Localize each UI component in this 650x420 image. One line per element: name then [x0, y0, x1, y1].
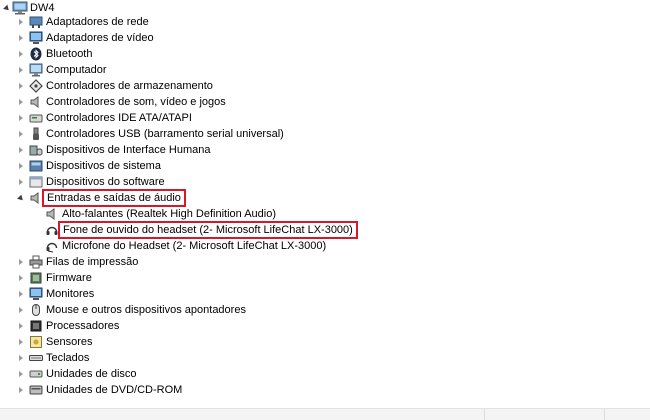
hid-icon [28, 142, 44, 158]
category-display-adapters[interactable]: Adaptadores de vídeo [0, 30, 200, 46]
expand-arrow-icon[interactable] [16, 158, 26, 174]
mouse-icon [28, 302, 44, 318]
category-label: Mouse e outros dispositivos apontadores [46, 304, 246, 316]
microphone-icon [44, 238, 60, 254]
expand-arrow-icon[interactable] [16, 46, 26, 62]
status-bar [0, 408, 650, 420]
monitor-icon [28, 62, 44, 78]
monitor-icon [28, 286, 44, 302]
category-label: Controladores de som, vídeo e jogos [46, 96, 226, 108]
category-label: Unidades de DVD/CD-ROM [46, 384, 183, 396]
category-print-queues[interactable]: Filas de impressão [0, 254, 200, 270]
expand-arrow-icon[interactable] [16, 94, 26, 110]
expand-arrow-icon[interactable] [16, 254, 26, 270]
status-bar-divider [484, 409, 485, 420]
expand-arrow-icon[interactable] [16, 14, 26, 30]
headset-earphone-label-highlighted: Fone de ouvido do headset (2- Microsoft … [58, 221, 358, 239]
category-storage-controllers[interactable]: Controladores de armazenamento [0, 78, 240, 94]
category-system-devices[interactable]: Dispositivos de sistema [0, 158, 200, 174]
category-usb-controllers[interactable]: Controladores USB (barramento serial uni… [0, 126, 300, 142]
software-device-icon [28, 174, 44, 190]
category-computer[interactable]: Computador [0, 62, 200, 78]
system-device-icon [28, 158, 44, 174]
category-processors[interactable]: Processadores [0, 318, 200, 334]
disk-drive-icon [28, 366, 44, 382]
processor-icon [28, 318, 44, 334]
category-sound-controllers[interactable]: Controladores de som, vídeo e jogos [0, 94, 260, 110]
category-label: Filas de impressão [46, 256, 139, 268]
category-label: Controladores USB (barramento serial uni… [46, 128, 284, 140]
expand-arrow-icon[interactable] [16, 382, 26, 398]
category-network-adapters[interactable]: Adaptadores de rede [0, 14, 200, 30]
network-adapter-icon [28, 14, 44, 30]
collapse-arrow-icon[interactable] [16, 190, 26, 206]
category-hid[interactable]: Dispositivos de Interface Humana [0, 142, 240, 158]
category-label: Sensores [46, 336, 93, 348]
category-monitors[interactable]: Monitores [0, 286, 200, 302]
category-software-devices[interactable]: Dispositivos do software [0, 174, 200, 190]
sensor-icon [28, 334, 44, 350]
expand-arrow-icon[interactable] [16, 62, 26, 78]
expand-arrow-icon[interactable] [16, 286, 26, 302]
category-dvd-drives[interactable]: Unidades de DVD/CD-ROM [0, 382, 200, 398]
category-label: Processadores [46, 320, 120, 332]
category-label: Controladores de armazenamento [46, 80, 213, 92]
expand-arrow-icon[interactable] [16, 334, 26, 350]
category-label: Monitores [46, 288, 95, 300]
category-firmware[interactable]: Firmware [0, 270, 200, 286]
category-label: Controladores IDE ATA/ATAPI [46, 112, 192, 124]
category-label: Computador [46, 64, 107, 76]
speaker-icon [28, 94, 44, 110]
expand-arrow-icon[interactable] [16, 142, 26, 158]
category-sensors[interactable]: Sensores [0, 334, 200, 350]
expand-arrow-icon[interactable] [16, 126, 26, 142]
category-audio-io[interactable]: Entradas e saídas de áudio [0, 189, 200, 207]
category-label: Adaptadores de vídeo [46, 32, 154, 44]
firmware-icon [28, 270, 44, 286]
storage-controller-icon [28, 78, 44, 94]
device-headset-microphone[interactable]: Microfone do Headset (2- Microsoft LifeC… [0, 238, 340, 254]
bluetooth-icon [28, 46, 44, 62]
expand-arrow-icon[interactable] [16, 366, 26, 382]
expand-arrow-icon[interactable] [16, 350, 26, 366]
device-speakers[interactable]: Alto-falantes (Realtek High Definition A… [0, 206, 320, 222]
usb-icon [28, 126, 44, 142]
category-label: Dispositivos de Interface Humana [46, 144, 211, 156]
root-label: DW4 [30, 2, 55, 14]
expand-arrow-icon[interactable] [16, 318, 26, 334]
category-label: Adaptadores de rede [46, 16, 149, 28]
device-label: Alto-falantes (Realtek High Definition A… [62, 208, 277, 220]
category-label: Dispositivos do software [46, 176, 165, 188]
printer-icon [28, 254, 44, 270]
expand-arrow-icon[interactable] [16, 78, 26, 94]
audio-io-label-highlighted: Entradas e saídas de áudio [42, 189, 186, 207]
status-bar-divider [604, 409, 605, 420]
expand-arrow-icon[interactable] [16, 110, 26, 126]
expand-arrow-icon[interactable] [16, 302, 26, 318]
category-keyboards[interactable]: Teclados [0, 350, 200, 366]
ide-controller-icon [28, 110, 44, 126]
category-label: Unidades de disco [46, 368, 137, 380]
category-label: Firmware [46, 272, 92, 284]
expand-arrow-icon[interactable] [16, 174, 26, 190]
expand-arrow-icon[interactable] [16, 270, 26, 286]
device-headset-earphone[interactable]: Fone de ouvido do headset (2- Microsoft … [0, 221, 360, 239]
category-bluetooth[interactable]: Bluetooth [0, 46, 200, 62]
keyboard-icon [28, 350, 44, 366]
category-ide-controllers[interactable]: Controladores IDE ATA/ATAPI [0, 110, 240, 126]
display-adapter-icon [28, 30, 44, 46]
device-label: Microfone do Headset (2- Microsoft LifeC… [62, 240, 327, 252]
category-label: Dispositivos de sistema [46, 160, 161, 172]
category-disk-drives[interactable]: Unidades de disco [0, 366, 200, 382]
speaker-icon [44, 206, 60, 222]
category-mice[interactable]: Mouse e outros dispositivos apontadores [0, 302, 260, 318]
category-label: Bluetooth [46, 48, 93, 60]
category-label: Teclados [46, 352, 90, 364]
expand-arrow-icon[interactable] [16, 30, 26, 46]
dvd-drive-icon [28, 382, 44, 398]
